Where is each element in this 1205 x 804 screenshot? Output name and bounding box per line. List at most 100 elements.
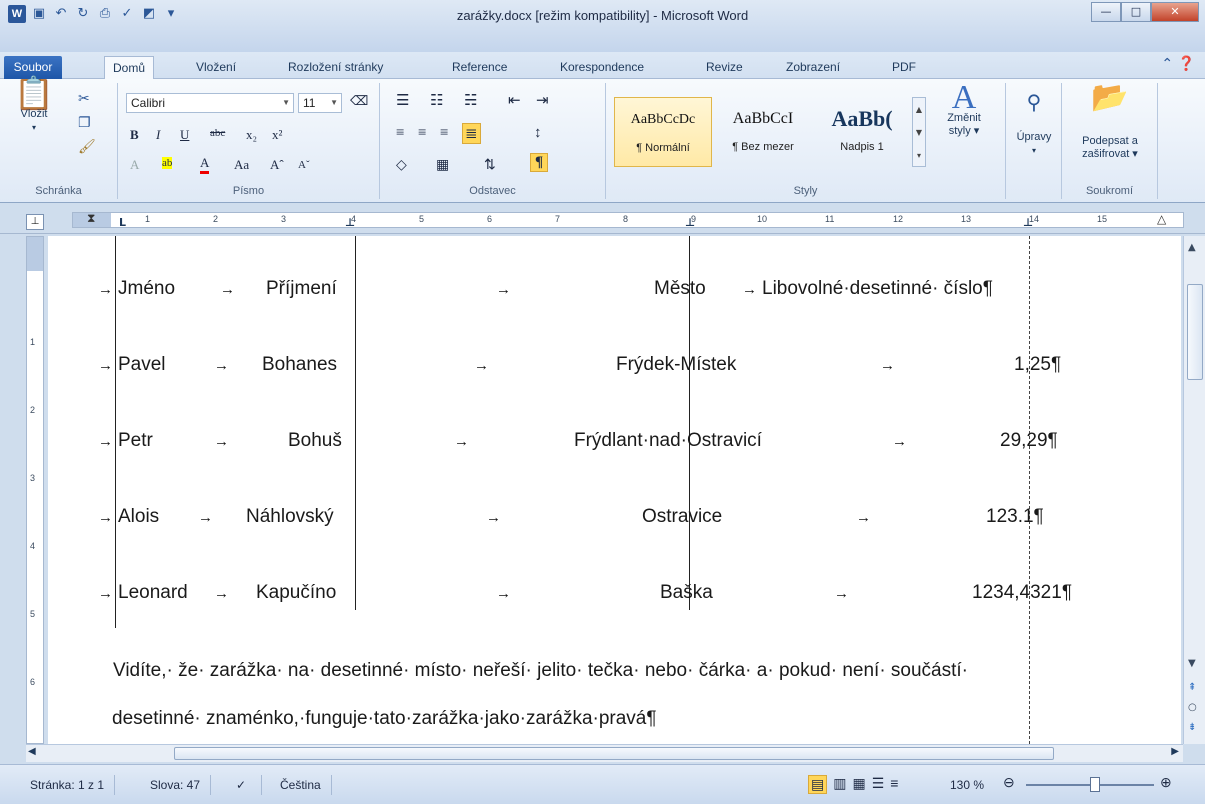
tab-stop-center-2[interactable]: ⊥ bbox=[685, 216, 695, 229]
strikethrough-button[interactable]: abc bbox=[210, 127, 225, 139]
subscript-button[interactable]: x₂ bbox=[246, 127, 257, 143]
justify-icon[interactable]: ≣ bbox=[462, 123, 481, 144]
align-right-icon[interactable]: ≡ bbox=[440, 125, 448, 142]
browse-object-icon[interactable]: ○ bbox=[1188, 702, 1197, 713]
right-indent-icon[interactable]: △ bbox=[1157, 212, 1166, 226]
ruler-number: 11 bbox=[825, 214, 835, 224]
vertical-ruler[interactable]: 1 2 3 4 5 6 bbox=[26, 236, 44, 744]
copy-icon[interactable]: ❐ bbox=[78, 115, 91, 131]
page-count[interactable]: Stránka: 1 z 1 bbox=[20, 775, 116, 795]
tab-stop-decimal[interactable]: ⊥ bbox=[1023, 216, 1033, 229]
horizontal-scroll-thumb[interactable] bbox=[174, 747, 1054, 760]
highlight-icon[interactable]: ab bbox=[162, 157, 173, 169]
word-count[interactable]: Slova: 47 bbox=[140, 775, 212, 795]
editing-button[interactable]: ⚲ Úpravy ▾ bbox=[1010, 93, 1058, 157]
tab-reference[interactable]: Reference bbox=[444, 56, 515, 79]
group-paragraph: ☰ ☷ ☵ ⇤ ⇥ ≡ ≡ ≡ ≣ ↕ ◇ ▦ ⇅ ¶ Odstavec bbox=[380, 83, 606, 199]
table-row: → Leonard → Kapučíno → Baška → 1234,4321… bbox=[48, 582, 1181, 610]
style-heading-1[interactable]: AaBb( Nadpis 1 bbox=[814, 97, 910, 167]
italic-button[interactable]: I bbox=[156, 127, 160, 143]
zoom-level[interactable]: 130 % bbox=[950, 775, 984, 795]
style-name: ¶ Bez mezer bbox=[732, 141, 794, 153]
tab-korespondence[interactable]: Korespondence bbox=[552, 56, 652, 79]
paste-button[interactable]: 📋 Vložit ▾ bbox=[4, 77, 64, 134]
zoom-out-icon[interactable]: ⊖ bbox=[1003, 774, 1015, 791]
tab-pdf[interactable]: PDF bbox=[884, 56, 924, 79]
tab-zobrazeni[interactable]: Zobrazení bbox=[778, 56, 848, 79]
proofing-icon[interactable]: ✓ bbox=[226, 775, 262, 795]
prev-page-icon[interactable]: ⇞ bbox=[1188, 682, 1196, 693]
tab-arrow-icon: → bbox=[486, 509, 501, 526]
tab-domu[interactable]: Domů bbox=[104, 56, 155, 80]
font-size-select[interactable]: 11 ▼ bbox=[298, 93, 342, 113]
vertical-scroll-thumb[interactable] bbox=[1187, 284, 1203, 380]
bold-button[interactable]: B bbox=[130, 127, 139, 143]
print-layout-icon[interactable]: ▤ bbox=[808, 775, 828, 794]
tab-arrow-icon: → bbox=[880, 357, 895, 374]
multilevel-list-icon[interactable]: ☵ bbox=[464, 91, 477, 110]
cut-icon[interactable]: ✂ bbox=[78, 91, 90, 107]
superscript-button[interactable]: x² bbox=[272, 127, 282, 143]
horizontal-ruler[interactable]: ⊥ 1 2 3 4 5 6 7 8 9 10 11 12 13 14 15 ⧗ … bbox=[0, 206, 1205, 234]
font-name-select[interactable]: Calibri ▼ bbox=[126, 93, 294, 113]
style-normal[interactable]: AaBbCcDc ¶ Normální bbox=[614, 97, 712, 167]
scroll-down-icon[interactable]: ▼ bbox=[1188, 658, 1196, 669]
vruler-number: 2 bbox=[30, 405, 36, 415]
close-button[interactable]: ✕ bbox=[1151, 2, 1199, 22]
table-row: → Jméno → Příjmení → Město → Libovolné·d… bbox=[48, 278, 1181, 306]
align-center-icon[interactable]: ≡ bbox=[418, 125, 426, 142]
tab-revize[interactable]: Revize bbox=[698, 56, 751, 79]
draft-icon[interactable]: ≡ bbox=[890, 775, 898, 794]
line-spacing-icon[interactable]: ↕ bbox=[534, 125, 542, 142]
underline-button[interactable]: U bbox=[180, 127, 189, 143]
tab-vlozeni[interactable]: Vložení bbox=[188, 56, 244, 79]
language-indicator[interactable]: Čeština bbox=[270, 775, 332, 795]
sort-icon[interactable]: ⇅ bbox=[484, 157, 496, 174]
bullets-icon[interactable]: ☰ bbox=[396, 91, 409, 110]
zoom-slider-knob[interactable] bbox=[1090, 777, 1100, 792]
numbering-icon[interactable]: ☷ bbox=[430, 91, 443, 110]
full-screen-reading-icon[interactable]: ▥ bbox=[833, 775, 846, 794]
document-page[interactable]: → Jméno → Příjmení → Město → Libovolné·d… bbox=[48, 236, 1181, 744]
sign-label-2: zašifrovat bbox=[1082, 148, 1130, 160]
tab-stop-center[interactable]: ⊥ bbox=[345, 216, 355, 229]
tab-arrow-icon: → bbox=[98, 509, 113, 526]
change-styles-button[interactable]: A Změnit styly ▾ bbox=[932, 81, 996, 138]
scroll-left-icon[interactable]: ◀ bbox=[28, 746, 36, 757]
cell-city: Frýdek-Místek bbox=[616, 354, 737, 375]
text-effects-icon[interactable]: A bbox=[130, 157, 139, 173]
scroll-right-icon[interactable]: ▶ bbox=[1171, 746, 1179, 757]
horizontal-scrollbar[interactable]: ◀ ▶ bbox=[26, 744, 1183, 762]
align-left-icon[interactable]: ≡ bbox=[396, 125, 404, 142]
tab-rozlozeni[interactable]: Rozložení stránky bbox=[280, 56, 391, 79]
format-painter-icon[interactable]: 🖌 bbox=[78, 139, 96, 155]
shrink-font-icon[interactable]: Aˇ bbox=[298, 159, 310, 171]
next-page-icon[interactable]: ⇟ bbox=[1188, 722, 1196, 733]
zoom-in-icon[interactable]: ⊕ bbox=[1160, 774, 1172, 791]
clear-format-icon[interactable]: ⌫ bbox=[350, 93, 368, 109]
style-no-spacing[interactable]: AaBbCcI ¶ Bez mezer bbox=[714, 97, 812, 167]
grow-font-icon[interactable]: Aˆ bbox=[270, 157, 284, 173]
borders-icon[interactable]: ▦ bbox=[436, 157, 449, 174]
indent-marker-icon[interactable]: ⧗ bbox=[87, 211, 95, 226]
shading-icon[interactable]: ◇ bbox=[396, 157, 407, 174]
web-layout-icon[interactable]: ▦ bbox=[852, 775, 865, 794]
increase-indent-icon[interactable]: ⇥ bbox=[536, 91, 549, 110]
cell-city: Frýdlant·nad·Ostravicí bbox=[574, 430, 762, 451]
help-icon[interactable]: ⌃ ❓ bbox=[1161, 56, 1195, 72]
ruler-track[interactable]: 1 2 3 4 5 6 7 8 9 10 11 12 13 14 15 ⧗ L … bbox=[72, 211, 1184, 229]
vertical-scrollbar[interactable]: ▲ ▼ ⇞ ○ ⇟ bbox=[1183, 236, 1205, 744]
sign-encrypt-button[interactable]: 📂 Podepsat a zašifrovat ▾ bbox=[1066, 83, 1154, 161]
tab-arrow-icon: → bbox=[98, 433, 113, 450]
tab-stop-left[interactable]: L bbox=[119, 216, 126, 229]
scroll-up-icon[interactable]: ▲ bbox=[1188, 242, 1196, 253]
show-formatting-marks-button[interactable]: ¶ bbox=[530, 153, 549, 172]
outline-icon[interactable]: ☰ bbox=[872, 775, 885, 794]
decrease-indent-icon[interactable]: ⇤ bbox=[508, 91, 521, 110]
maximize-button[interactable]: □ bbox=[1121, 2, 1151, 22]
tab-selector-button[interactable]: ⊥ bbox=[26, 214, 44, 230]
styles-scroll[interactable]: ▲ ▼ ▾ bbox=[912, 97, 926, 167]
font-color-icon[interactable]: A bbox=[200, 155, 210, 174]
minimize-button[interactable]: — bbox=[1091, 2, 1121, 22]
change-case-icon[interactable]: Aa bbox=[234, 157, 249, 173]
